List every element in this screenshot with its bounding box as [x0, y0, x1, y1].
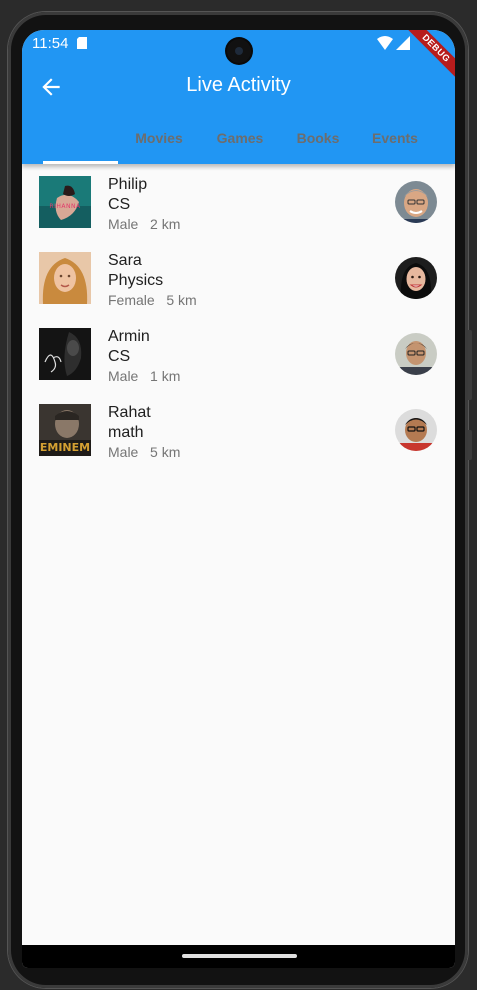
album-thumbnail: EMINEM [39, 404, 91, 456]
tab-bar: Movies Games Books Events [22, 122, 455, 164]
person-meta: Male 2 km [108, 216, 180, 232]
person-meta: Male 5 km [108, 444, 180, 460]
sd-card-icon [77, 37, 87, 49]
front-camera [227, 39, 251, 63]
list-item[interactable]: EMINEM Rahat math Male 5 km [22, 392, 455, 468]
person-distance: 5 km [166, 292, 197, 308]
app-bar: 11:54 DEBUG Live Activity Movies Games B… [22, 30, 455, 164]
person-distance: 2 km [150, 216, 181, 232]
tab-events[interactable]: Events [360, 130, 430, 146]
list-item[interactable]: Armin CS Male 1 km [22, 316, 455, 392]
volume-button [468, 330, 472, 400]
person-subject: Physics [108, 272, 164, 289]
person-subject: CS [108, 348, 131, 365]
tab-indicator [43, 161, 118, 164]
thumbnail-text-rihanna: RIHANNA [49, 203, 81, 210]
person-subject: CS [108, 196, 131, 213]
person-gender: Male [108, 368, 139, 384]
tab-books[interactable]: Books [283, 130, 353, 146]
navigation-bar [22, 945, 455, 968]
status-time: 11:54 [32, 35, 69, 52]
person-meta: Male 1 km [108, 368, 180, 384]
tab-games[interactable]: Games [205, 130, 275, 146]
album-thumbnail: RIHANNA [39, 176, 91, 228]
wifi-icon [377, 36, 393, 50]
home-indicator[interactable] [182, 954, 297, 958]
avatar [395, 181, 437, 223]
person-name: Sara [108, 252, 142, 269]
album-thumbnail [39, 252, 91, 304]
album-thumbnail [39, 328, 91, 380]
person-gender: Male [108, 444, 139, 460]
person-name: Philip [108, 176, 148, 193]
avatar [395, 333, 437, 375]
person-gender: Male [108, 216, 139, 232]
thumbnail-text-eminem: EMINEM [40, 441, 90, 454]
avatar [395, 409, 437, 451]
screen: 11:54 DEBUG Live Activity Movies Games B… [22, 30, 455, 968]
person-name: Rahat [108, 404, 151, 421]
power-button [468, 430, 472, 460]
tab-movies[interactable]: Movies [124, 130, 194, 146]
page-title: Live Activity [186, 74, 291, 96]
person-meta: Female 5 km [108, 292, 197, 308]
person-gender: Female [108, 292, 155, 308]
person-distance: 5 km [150, 444, 181, 460]
signal-icon [396, 36, 410, 50]
list-item[interactable]: Sara Physics Female 5 km [22, 240, 455, 316]
person-subject: math [108, 424, 144, 441]
person-distance: 1 km [150, 368, 181, 384]
list-item[interactable]: RIHANNA Philip CS Male 2 km [22, 164, 455, 240]
person-name: Armin [108, 328, 150, 345]
avatar [395, 257, 437, 299]
